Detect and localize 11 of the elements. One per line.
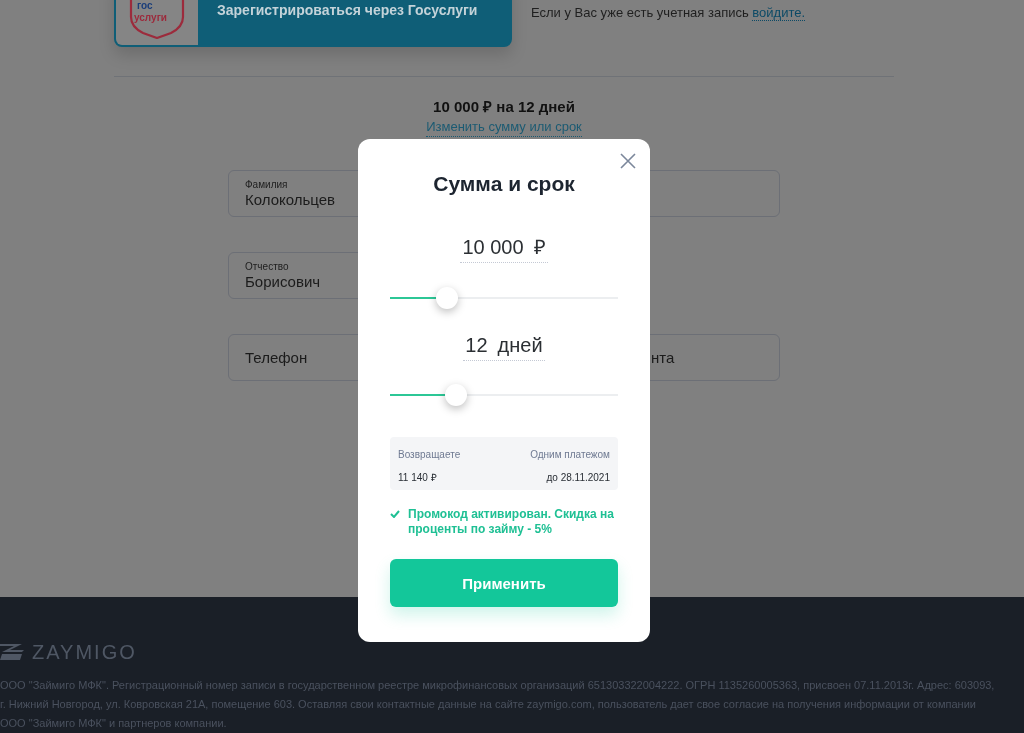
promo-message: Промокод активирован. Скидка на проценты по займу - 5% — [408, 507, 615, 537]
repayment-amount: 11 140 ₽ — [398, 471, 438, 485]
due-date: до 28.11.2021 — [545, 471, 610, 485]
repayment-label: Возвращаете — [398, 449, 462, 462]
field-label: Отчество — [245, 261, 290, 273]
login-prompt: Если у Вас уже есть учетная запись войдите. — [531, 5, 806, 20]
footer-logo: ZAYMIGO — [32, 641, 137, 663]
dialog-title: Сумма и срок — [432, 172, 576, 196]
loan-summary: 10 000 ₽ на 12 дней — [432, 97, 576, 117]
payment-mode-label: Одним платежом — [529, 449, 610, 462]
gosuslugi-logo: гос услуги — [125, 0, 189, 39]
